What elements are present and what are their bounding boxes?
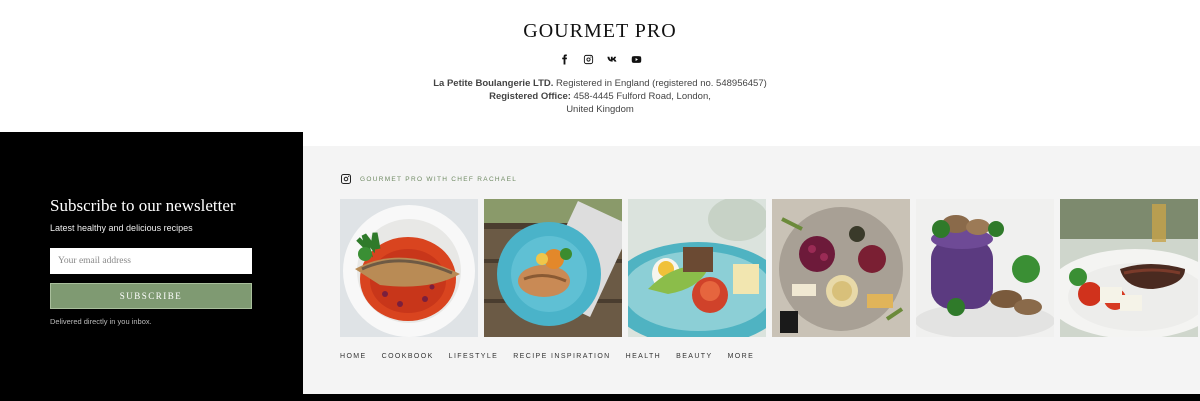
photo-steak-salad-plate[interactable]: [1060, 199, 1198, 337]
company-country: United Kingdom: [566, 104, 634, 115]
instagram-icon[interactable]: [581, 52, 595, 66]
bottom-bar: [0, 394, 1200, 401]
instagram-header[interactable]: GOURMET PRO WITH CHEF RACHAEL: [340, 173, 517, 185]
newsletter-note: Delivered directly in you inbox.: [50, 317, 152, 326]
nav-health[interactable]: HEALTH: [626, 353, 662, 360]
footer-nav: HOME COOKBOOK LIFESTYLE RECIPE INSPIRATI…: [340, 353, 754, 360]
company-line-1: La Petite Boulangerie LTD. Registered in…: [0, 77, 1200, 90]
instagram-photos: [340, 199, 1198, 337]
nav-lifestyle[interactable]: LIFESTYLE: [449, 353, 499, 360]
nav-home[interactable]: HOME: [340, 353, 367, 360]
company-name: La Petite Boulangerie LTD.: [433, 78, 554, 89]
newsletter-panel: Subscribe to our newsletter Latest healt…: [0, 132, 303, 394]
newsletter-subtitle: Latest healthy and delicious recipes: [50, 223, 193, 233]
photo-berries-cheese-platter[interactable]: [772, 199, 910, 337]
photo-salmon-blue-plate[interactable]: [484, 199, 622, 337]
company-registration: Registered in England (registered no. 54…: [553, 78, 767, 89]
company-info: La Petite Boulangerie LTD. Registered in…: [0, 77, 1200, 116]
photo-fish-tomato-dish[interactable]: [340, 199, 478, 337]
nav-more[interactable]: MORE: [728, 353, 755, 360]
nav-beauty[interactable]: BEAUTY: [676, 353, 712, 360]
vk-icon[interactable]: [605, 52, 619, 66]
subscribe-button[interactable]: SUBSCRIBE: [50, 283, 252, 309]
office-label: Registered Office:: [489, 91, 571, 102]
facebook-icon[interactable]: [557, 52, 571, 66]
nav-recipe-inspiration[interactable]: RECIPE INSPIRATION: [513, 353, 610, 360]
instagram-label: GOURMET PRO WITH CHEF RACHAEL: [360, 175, 518, 183]
newsletter-title: Subscribe to our newsletter: [50, 196, 236, 215]
instagram-section: GOURMET PRO WITH CHEF RACHAEL HOME COOKB…: [303, 146, 1200, 394]
email-field[interactable]: [50, 248, 252, 274]
nav-cookbook[interactable]: COOKBOOK: [382, 353, 434, 360]
brand-title[interactable]: GOURMET PRO: [0, 20, 1200, 43]
office-address: 458-4445 Fulford Road, London,: [570, 91, 711, 102]
photo-egg-salad-plate[interactable]: [628, 199, 766, 337]
company-line-2: Registered Office: 458-4445 Fulford Road…: [0, 90, 1200, 103]
instagram-icon: [341, 174, 351, 184]
youtube-icon[interactable]: [629, 52, 643, 66]
social-links: [0, 52, 1200, 66]
photo-mushroom-purple-stack[interactable]: [916, 199, 1054, 337]
